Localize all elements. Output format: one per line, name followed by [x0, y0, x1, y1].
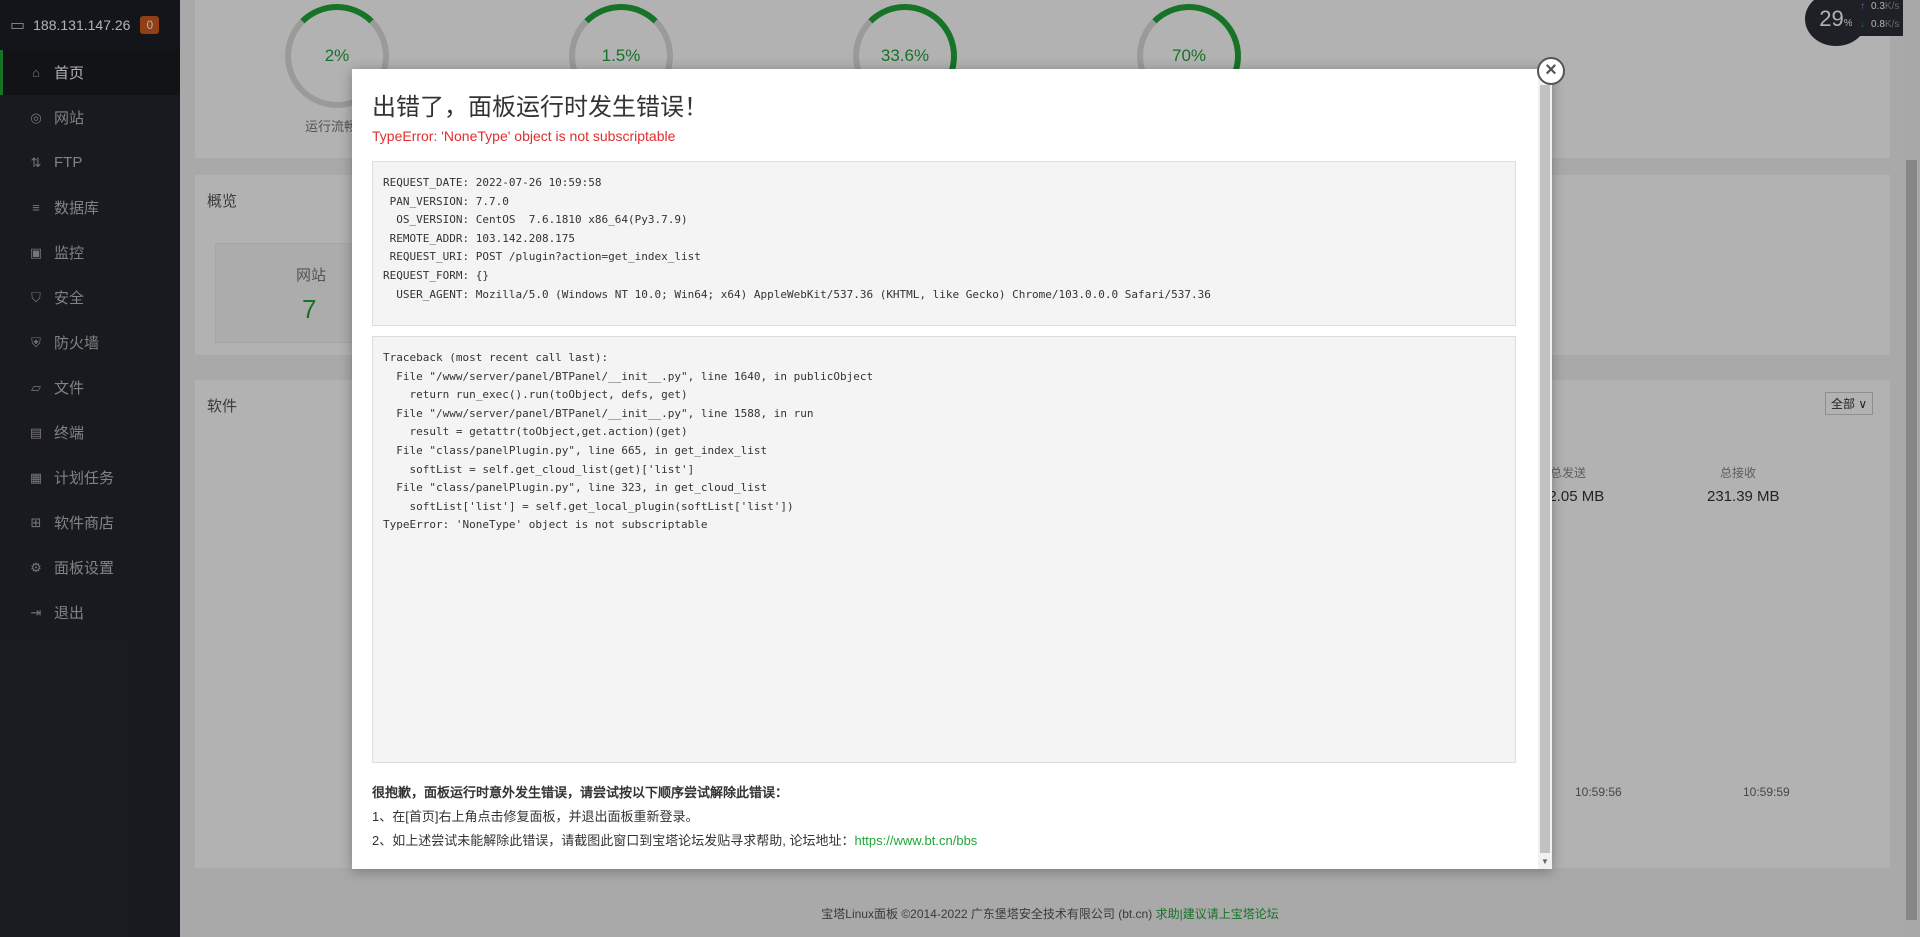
- error-dialog: 出错了，面板运行时发生错误！ TypeError: 'NoneType' obj…: [352, 69, 1552, 869]
- dialog-scrollbar[interactable]: ▲ ▼: [1538, 69, 1552, 869]
- help-title: 很抱歉，面板运行时意外发生错误，请尝试按以下顺序尝试解除此错误：: [372, 785, 789, 800]
- scroll-down-icon[interactable]: ▼: [1538, 855, 1552, 869]
- request-info-box[interactable]: REQUEST_DATE: 2022-07-26 10:59:58 PAN_VE…: [372, 161, 1516, 326]
- help-step-1: 1、在[首页]右上角点击修复面板，并退出面板重新登录。: [372, 809, 699, 824]
- help-step-2: 2、如上述尝试未能解除此错误，请截图此窗口到宝塔论坛发贴寻求帮助, 论坛地址：h…: [372, 829, 977, 853]
- close-icon[interactable]: ×: [1537, 57, 1565, 85]
- forum-link[interactable]: https://www.bt.cn/bbs: [854, 833, 977, 848]
- dialog-scroll-thumb[interactable]: [1540, 85, 1550, 853]
- error-message: TypeError: 'NoneType' object is not subs…: [372, 128, 676, 144]
- help-step-2-text: 2、如上述尝试未能解除此错误，请截图此窗口到宝塔论坛发贴寻求帮助, 论坛地址：: [372, 833, 855, 848]
- help-section: 很抱歉，面板运行时意外发生错误，请尝试按以下顺序尝试解除此错误： 1、在[首页]…: [372, 781, 977, 853]
- dialog-title: 出错了，面板运行时发生错误！: [372, 94, 708, 121]
- traceback-box[interactable]: Traceback (most recent call last): File …: [372, 336, 1516, 763]
